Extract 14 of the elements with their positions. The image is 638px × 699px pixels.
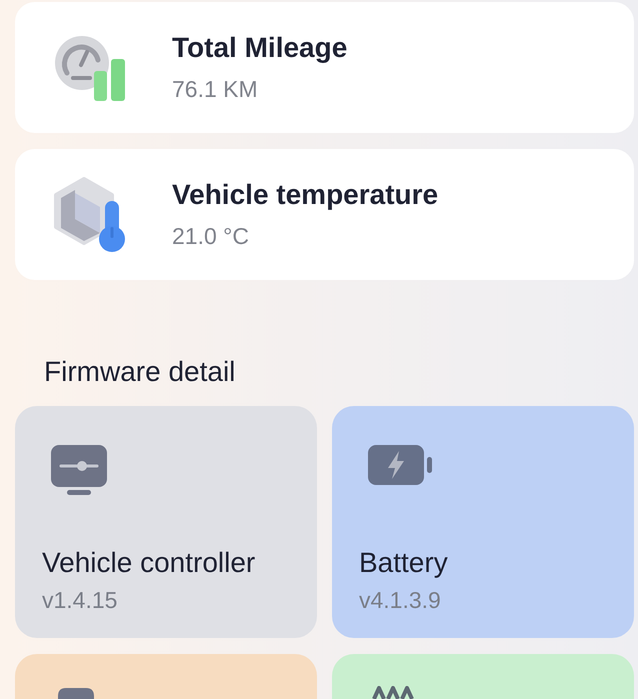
rounded-block-icon bbox=[58, 688, 94, 699]
firmware-name: Battery bbox=[359, 547, 448, 579]
thermometer-icon bbox=[54, 176, 126, 252]
stat-title: Vehicle temperature bbox=[172, 179, 438, 211]
firmware-name: Vehicle controller bbox=[42, 547, 256, 579]
battery-icon bbox=[368, 445, 432, 485]
firmware-version: v1.4.15 bbox=[42, 587, 118, 614]
monitor-slider-icon bbox=[51, 445, 107, 495]
stat-title: Total Mileage bbox=[172, 32, 348, 64]
stat-value: 21.0 °C bbox=[172, 223, 250, 250]
zigzag-icon bbox=[372, 686, 416, 699]
firmware-version: v4.1.3.9 bbox=[359, 587, 442, 614]
section-heading: Firmware detail bbox=[44, 355, 236, 389]
stat-value: 76.1 KM bbox=[172, 76, 259, 103]
